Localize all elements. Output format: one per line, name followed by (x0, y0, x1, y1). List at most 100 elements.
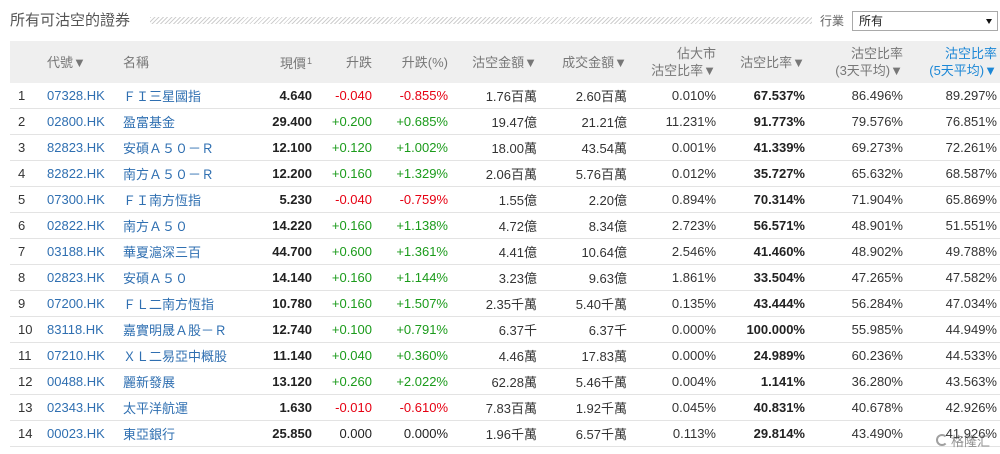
stock-code-link[interactable]: 07200.HK (47, 296, 105, 311)
stock-name-link[interactable]: 太平洋航運 (123, 401, 188, 416)
header-turnover[interactable]: 成交金額▼ (543, 41, 633, 83)
table-row: 13 02343.HK 太平洋航運 1.630 -0.010 -0.610% 7… (10, 394, 1000, 421)
price-change: +0.600 (318, 238, 378, 265)
turnover-amount: 1.92千萬 (543, 394, 633, 421)
market-short-ratio: 1.861% (633, 264, 722, 291)
short-ratio-5d-avg: 43.563% (909, 368, 1000, 395)
stock-code-link[interactable]: 82823.HK (47, 140, 105, 155)
header-short-ratio-3d[interactable]: 沽空比率 (3天平均)▼ (811, 41, 909, 83)
price-change-percent: +2.022% (378, 368, 454, 395)
price-change: +0.160 (318, 290, 378, 317)
market-short-ratio: 0.010% (633, 83, 722, 109)
table-header: 代號▼ 名稱 現價1 升跌 升跌(%) 沽空金額▼ 成交金額▼ 佔大市 沽空比率… (10, 41, 1000, 83)
stock-code-cell: 02823.HK (40, 264, 115, 291)
stock-name-link[interactable]: 麗新發展 (123, 375, 175, 390)
price-change-percent: +0.685% (378, 108, 454, 135)
short-ratio: 56.571% (722, 212, 811, 239)
short-ratio-5d-avg: 44.949% (909, 316, 1000, 343)
short-selling-amount: 2.35千萬 (454, 290, 543, 317)
stock-name-link[interactable]: ＦＩ三星國指 (123, 89, 201, 104)
price-change: +0.040 (318, 342, 378, 369)
table-row: 1 07328.HK ＦＩ三星國指 4.640 -0.040 -0.855% 1… (10, 83, 1000, 109)
price-change: +0.160 (318, 264, 378, 291)
short-ratio: 40.831% (722, 394, 811, 421)
short-selling-amount: 7.83百萬 (454, 394, 543, 421)
stock-name-link[interactable]: 南方Ａ５０ (123, 219, 188, 234)
row-rank: 1 (10, 83, 40, 109)
price-change-percent: +1.144% (378, 264, 454, 291)
market-short-ratio: 0.004% (633, 368, 722, 395)
stock-name-cell: 安碩Ａ５０－Ｒ (115, 134, 250, 161)
short-selling-amount: 1.96千萬 (454, 420, 543, 447)
header-short-ratio-3d-line1: 沽空比率 (850, 46, 903, 61)
stock-code-cell: 82822.HK (40, 160, 115, 187)
market-short-ratio: 0.113% (633, 420, 722, 447)
header-change: 升跌 (318, 41, 378, 83)
header-short-ratio-5d[interactable]: 沽空比率 (5天平均)▼ (909, 41, 1000, 83)
header-market-short-ratio[interactable]: 佔大市 沽空比率▼ (633, 41, 722, 83)
short-ratio-5d-avg: 89.297% (909, 83, 1000, 109)
stock-code-link[interactable]: 00023.HK (47, 426, 105, 441)
table-row: 4 82822.HK 南方Ａ５０－Ｒ 12.200 +0.160 +1.329%… (10, 160, 1000, 187)
row-rank: 14 (10, 420, 40, 447)
stock-code-cell: 02800.HK (40, 108, 115, 135)
stock-name-link[interactable]: 東亞銀行 (123, 427, 175, 442)
stock-code-link[interactable]: 07300.HK (47, 192, 105, 207)
header-price: 現價1 (250, 41, 318, 83)
stock-code-link[interactable]: 02822.HK (47, 218, 105, 233)
market-short-ratio: 0.000% (633, 342, 722, 369)
stock-code-link[interactable]: 82822.HK (47, 166, 105, 181)
stock-code-cell: 02822.HK (40, 212, 115, 239)
short-selling-amount: 6.37千 (454, 316, 543, 343)
current-price: 14.140 (250, 264, 318, 291)
table-row: 8 02823.HK 安碩Ａ５０ 14.140 +0.160 +1.144% 3… (10, 264, 1000, 291)
header-code[interactable]: 代號▼ (40, 41, 115, 83)
short-ratio: 91.773% (722, 108, 811, 135)
stock-name-cell: 太平洋航運 (115, 394, 250, 421)
table-body: 1 07328.HK ＦＩ三星國指 4.640 -0.040 -0.855% 1… (10, 83, 1000, 447)
short-ratio: 41.339% (722, 134, 811, 161)
stock-name-link[interactable]: ＦＩ南方恆指 (123, 193, 201, 208)
turnover-amount: 6.57千萬 (543, 420, 633, 447)
price-change-percent: +1.361% (378, 238, 454, 265)
stock-code-link[interactable]: 07210.HK (47, 348, 105, 363)
stock-code-link[interactable]: 02823.HK (47, 270, 105, 285)
short-selling-amount: 1.55億 (454, 186, 543, 213)
stock-code-link[interactable]: 83118.HK (47, 322, 104, 337)
current-price: 29.400 (250, 108, 318, 135)
current-price: 12.200 (250, 160, 318, 187)
short-ratio: 100.000% (722, 316, 811, 343)
header-short-amount[interactable]: 沽空金額▼ (454, 41, 543, 83)
stock-code-link[interactable]: 03188.HK (47, 244, 105, 259)
stock-name-link[interactable]: ＦＬ二南方恆指 (123, 297, 214, 312)
row-rank: 3 (10, 134, 40, 161)
market-short-ratio: 0.894% (633, 186, 722, 213)
industry-select[interactable]: 所有 (852, 11, 998, 31)
short-selling-amount: 2.06百萬 (454, 160, 543, 187)
header-short-ratio-5d-line2: (5天平均)▼ (929, 63, 997, 78)
table-row: 10 83118.HK 嘉實明晟Ａ股－Ｒ 12.740 +0.100 +0.79… (10, 316, 1000, 343)
logo-icon (935, 434, 948, 446)
stock-name-cell: 盈富基金 (115, 108, 250, 135)
stock-name-link[interactable]: ＸＬ二易亞中概股 (123, 349, 227, 364)
stock-name-link[interactable]: 安碩Ａ５０－Ｒ (123, 141, 214, 156)
turnover-amount: 17.83萬 (543, 342, 633, 369)
short-ratio-3d-avg: 79.576% (811, 108, 909, 135)
stock-name-link[interactable]: 盈富基金 (123, 115, 175, 130)
stock-name-link[interactable]: 安碩Ａ５０ (123, 271, 188, 286)
stock-code-link[interactable]: 00488.HK (47, 374, 105, 389)
turnover-amount: 5.46千萬 (543, 368, 633, 395)
stock-name-cell: ＦＩ南方恆指 (115, 186, 250, 213)
stock-code-link[interactable]: 02800.HK (47, 114, 105, 129)
short-ratio: 41.460% (722, 238, 811, 265)
short-ratio: 35.727% (722, 160, 811, 187)
stock-code-link[interactable]: 07328.HK (47, 88, 105, 103)
stock-name-link[interactable]: 南方Ａ５０－Ｒ (123, 167, 214, 182)
header-short-ratio[interactable]: 沽空比率▼ (722, 41, 811, 83)
stock-code-link[interactable]: 02343.HK (47, 400, 105, 415)
stock-name-link[interactable]: 華夏滬深三百 (123, 245, 201, 260)
stock-name-link[interactable]: 嘉實明晟Ａ股－Ｒ (123, 323, 227, 338)
header-short-ratio-label: 沽空比率▼ (740, 54, 805, 70)
price-change-percent: +1.138% (378, 212, 454, 239)
row-rank: 11 (10, 342, 40, 369)
